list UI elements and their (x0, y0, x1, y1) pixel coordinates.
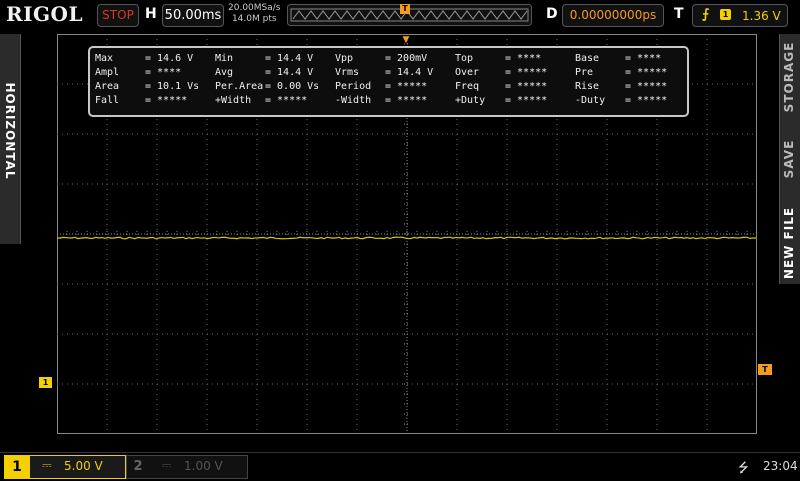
measurement-label: -Width (335, 95, 372, 106)
memory-depth: 14.0M pts (231, 14, 277, 24)
delay-value[interactable]: 0.00000000ps (562, 4, 664, 27)
trigger-source-badge: 1 (720, 9, 731, 20)
measurement-value: = ***** (505, 67, 548, 78)
acquisition-info: 20.00MSa/s 14.0M pts (228, 3, 280, 25)
measurement-value: = ***** (265, 95, 308, 106)
measurement-label: Over (455, 67, 480, 78)
ch1-label: 1 (4, 455, 30, 479)
measurement-label: Vrms (335, 67, 360, 78)
measurement-value: = 0.00 Vs (265, 81, 320, 92)
ch2-coupling-icon: ⎓ (162, 458, 172, 472)
measurement-label: -Duty (575, 95, 606, 106)
clock: 23:04 (763, 459, 798, 473)
measurement-value: = **** (625, 53, 662, 64)
brand-logo: RIGOL (6, 2, 84, 26)
measurement-label: Max (95, 53, 114, 64)
trigger-position-marker: T (400, 4, 410, 14)
rising-edge-icon: ⨍ (702, 7, 710, 22)
measurement-value: = **** (145, 67, 182, 78)
usb-icon: ⭍ (738, 461, 749, 476)
measurement-label: Pre (575, 67, 594, 78)
dc-coupling-icon: ⎓ (42, 458, 52, 472)
measurement-label: +Width (215, 95, 252, 106)
measurement-value: = 14.4 V (385, 67, 434, 78)
trigger-level-marker[interactable]: T (758, 364, 772, 375)
measurement-value: = ***** (145, 95, 188, 106)
measurement-value: = ***** (625, 95, 668, 106)
ch2-scale: 1.00 V (184, 459, 223, 473)
measurement-label: Vpp (335, 53, 354, 64)
measurement-label: Min (215, 53, 234, 64)
timebase-value[interactable]: 50.00ms (162, 4, 224, 27)
ch1-scale: 5.00 V (64, 459, 103, 473)
measurement-label: +Duty (455, 95, 486, 106)
measurement-value: = 14.6 V (145, 53, 194, 64)
run-stop-indicator[interactable]: STOP (97, 4, 139, 27)
measurement-value: = **** (505, 53, 542, 64)
measurement-value: = ***** (625, 67, 668, 78)
measurement-label: Avg (215, 67, 234, 78)
measurement-label: Freq (455, 81, 480, 92)
measurement-label: Rise (575, 81, 600, 92)
measurement-label: Top (455, 53, 474, 64)
measurement-label: Area (95, 81, 120, 92)
measurement-value: = 14.4 V (265, 53, 314, 64)
measurement-value: = 200mV (385, 53, 428, 64)
sample-rate: 20.00MSa/s (228, 3, 281, 13)
measurement-value: = ***** (385, 81, 428, 92)
measurement-label: Fall (95, 95, 120, 106)
measurement-label: Per.Area (215, 81, 264, 92)
ch1-offset-marker[interactable]: 1 (39, 377, 52, 388)
measurement-value: = ***** (385, 95, 428, 106)
measurement-label: Base (575, 53, 600, 64)
horizontal-menu-tab[interactable]: HORIZONTAL (0, 34, 21, 244)
measurement-label: Period (335, 81, 372, 92)
measurement-value: = ***** (505, 95, 548, 106)
trigger-time-marker: ▼ (402, 35, 410, 45)
trigger-level-value: 1.36 V (742, 9, 781, 23)
measurement-value: = ***** (505, 81, 548, 92)
delay-label: D (546, 6, 558, 22)
measurement-value: = 14.4 V (265, 67, 314, 78)
ch2-label: 2 (133, 459, 143, 474)
measurement-label: Ampl (95, 67, 120, 78)
trigger-label: T (674, 6, 684, 22)
tab-new-file[interactable]: NEW FILE (782, 183, 796, 303)
horizontal-label: H (145, 6, 157, 22)
measurement-panel: Max = 14.6 V Min = 14.4 V Vpp = 200mV Top = ***… (88, 46, 689, 117)
measurement-value: = ***** (625, 81, 668, 92)
horizontal-tab-label: HORIZONTAL (3, 82, 17, 180)
measurement-value: = 10.1 Vs (145, 81, 200, 92)
